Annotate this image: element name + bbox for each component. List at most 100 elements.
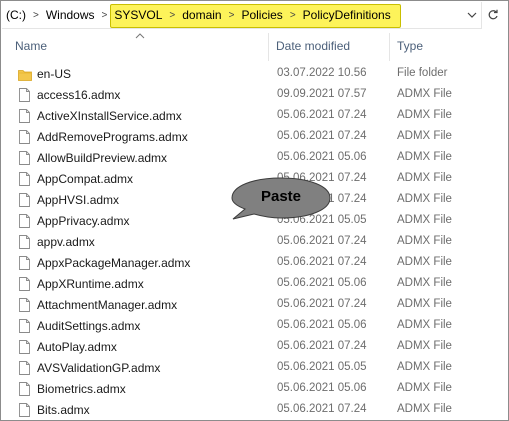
file-name: AttachmentManager.admx: [37, 298, 178, 312]
sort-ascending-icon: [135, 31, 145, 41]
file-icon: [19, 382, 31, 397]
file-icon: [19, 88, 31, 103]
file-date-modified: 05.06.2021 07.24: [277, 130, 367, 142]
file-icon: [19, 277, 31, 292]
file-type: ADMX File: [397, 235, 452, 247]
file-date-modified: 05.06.2021 07.24: [277, 340, 367, 352]
file-type: ADMX File: [397, 403, 452, 415]
file-row[interactable]: AVSValidationGP.admx 05.06.2021 05.05 ADMX…: [2, 358, 507, 379]
breadcrumb-drive[interactable]: (C:): [2, 8, 28, 22]
file-name: appv.admx: [37, 235, 95, 249]
file-row[interactable]: AddRemovePrograms.admx 05.06.2021 07.24 AD…: [2, 127, 507, 148]
file-type: ADMX File: [397, 382, 452, 394]
breadcrumb-separator-icon: >: [289, 9, 296, 21]
file-date-modified: 05.06.2021 07.24: [277, 298, 367, 310]
file-row[interactable]: AppxPackageManager.admx 05.06.2021 07.24 A…: [2, 253, 507, 274]
file-date-modified: 09.09.2021 07.57: [277, 88, 367, 100]
file-icon: [19, 235, 31, 250]
folder-icon: [18, 69, 32, 84]
file-row[interactable]: ActiveXInstallService.admx 05.06.2021 07.…: [2, 106, 507, 127]
breadcrumb-windows[interactable]: Windows: [44, 8, 97, 22]
file-row[interactable]: en-US 03.07.2022 10.56 File folder: [2, 64, 507, 85]
file-type: ADMX File: [397, 88, 452, 100]
file-type: ADMX File: [397, 256, 452, 268]
file-type: ADMX File: [397, 151, 452, 163]
file-icon: [19, 214, 31, 229]
file-icon: [19, 151, 31, 166]
file-date-modified: 05.06.2021 07.24: [277, 235, 367, 247]
file-type: File folder: [397, 67, 448, 79]
file-name: AppCompat.admx: [37, 172, 134, 186]
file-icon: [19, 361, 31, 376]
file-row[interactable]: AppXRuntime.admx 05.06.2021 05.06 ADMX Fil…: [2, 274, 507, 295]
breadcrumb-policydefinitions[interactable]: PolicyDefinitions: [301, 8, 393, 22]
file-row[interactable]: Bits.admx 05.06.2021 07.24 ADMX File: [2, 400, 507, 420]
column-divider[interactable]: [268, 33, 269, 61]
file-name: AutoPlay.admx: [37, 340, 117, 354]
address-bar[interactable]: (C:) > Windows > SYSVOL > domain > Polic…: [2, 2, 482, 29]
file-icon: [19, 109, 31, 124]
file-row[interactable]: AllowBuildPreview.admx 05.06.2021 05.06 AD…: [2, 148, 507, 169]
breadcrumb-policies[interactable]: Policies: [239, 8, 284, 22]
file-row[interactable]: AttachmentManager.admx 05.06.2021 07.24 AD…: [2, 295, 507, 316]
file-type: ADMX File: [397, 277, 452, 289]
file-type: ADMX File: [397, 361, 452, 373]
column-header-type[interactable]: Type: [397, 39, 423, 53]
breadcrumb-separator-icon: >: [101, 9, 108, 21]
file-date-modified: 05.06.2021 05.06: [277, 151, 367, 163]
file-icon: [19, 256, 31, 271]
chevron-down-icon[interactable]: [461, 2, 483, 28]
file-explorer-window: (C:) > Windows > SYSVOL > domain > Polic…: [0, 0, 509, 421]
file-name: AppxPackageManager.admx: [37, 256, 191, 270]
refresh-icon[interactable]: [481, 2, 504, 28]
file-icon: [19, 319, 31, 334]
file-name: Biometrics.admx: [37, 382, 126, 396]
file-icon: [19, 130, 31, 145]
column-header-name[interactable]: Name: [15, 39, 47, 53]
file-name: AuditSettings.admx: [37, 319, 141, 333]
file-type: ADMX File: [397, 130, 452, 142]
file-icon: [19, 172, 31, 187]
file-type: ADMX File: [397, 214, 452, 226]
file-icon: [19, 298, 31, 313]
breadcrumb-domain[interactable]: domain: [180, 8, 223, 22]
file-type: ADMX File: [397, 298, 452, 310]
file-row[interactable]: access16.admx 09.09.2021 07.57 ADMX File: [2, 85, 507, 106]
file-date-modified: 05.06.2021 07.24: [277, 109, 367, 121]
file-name: AppXRuntime.admx: [37, 277, 144, 291]
column-divider[interactable]: [389, 33, 390, 61]
breadcrumb-sysvol[interactable]: SYSVOL: [112, 8, 164, 22]
file-row[interactable]: AuditSettings.admx 05.06.2021 05.06 ADMX F…: [2, 316, 507, 337]
file-type: ADMX File: [397, 319, 452, 331]
file-name: Bits.admx: [37, 403, 90, 417]
file-name: AddRemovePrograms.admx: [37, 130, 188, 144]
file-name: en-US: [37, 67, 72, 81]
file-name: AllowBuildPreview.admx: [37, 151, 168, 165]
column-header-date[interactable]: Date modified: [276, 39, 350, 53]
breadcrumb: (C:) > Windows > SYSVOL > domain > Polic…: [2, 2, 393, 28]
breadcrumb-separator-icon: >: [169, 9, 176, 21]
file-date-modified: 05.06.2021 05.06: [277, 319, 367, 331]
file-date-modified: 05.06.2021 05.06: [277, 382, 367, 394]
file-date-modified: 03.07.2022 10.56: [277, 67, 367, 79]
file-icon: [19, 403, 31, 418]
file-type: ADMX File: [397, 172, 452, 184]
column-headers: Name Date modified Type: [2, 29, 507, 61]
file-icon: [19, 193, 31, 208]
file-date-modified: 05.06.2021 07.24: [277, 256, 367, 268]
paste-callout-text: Paste: [260, 188, 302, 205]
file-name: AppHVSI.admx: [37, 193, 120, 207]
file-name: access16.admx: [37, 88, 121, 102]
file-name: AppPrivacy.admx: [37, 214, 130, 228]
breadcrumb-separator-icon: >: [228, 9, 235, 21]
file-icon: [19, 340, 31, 355]
file-row[interactable]: Biometrics.admx 05.06.2021 05.06 ADMX File: [2, 379, 507, 400]
file-type: ADMX File: [397, 340, 452, 352]
file-row[interactable]: appv.admx 05.06.2021 07.24 ADMX File: [2, 232, 507, 253]
file-type: ADMX File: [397, 109, 452, 121]
breadcrumb-separator-icon: >: [33, 9, 39, 21]
file-date-modified: 05.06.2021 07.24: [277, 403, 367, 415]
file-type: ADMX File: [397, 193, 452, 205]
file-name: AVSValidationGP.admx: [37, 361, 161, 375]
file-row[interactable]: AutoPlay.admx 05.06.2021 07.24 ADMX File: [2, 337, 507, 358]
